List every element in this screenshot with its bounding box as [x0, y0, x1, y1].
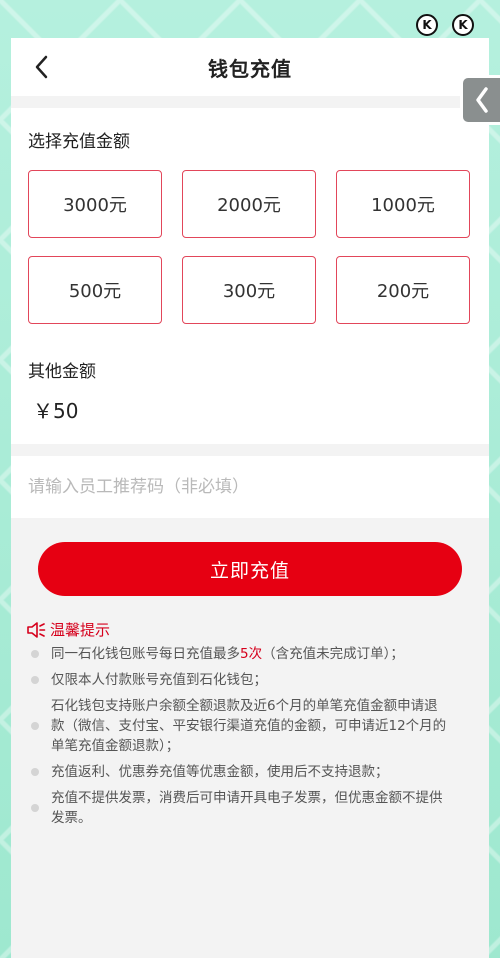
chevron-left-icon — [475, 87, 488, 113]
tip-item: 石化钱包支持账户余额全额退款及近6个月的单笔充值金额申请退款（微信、支付宝、平安… — [31, 696, 451, 756]
recharge-now-button[interactable]: 立即充值 — [38, 542, 462, 596]
tips-list: 同一石化钱包账号每日充值最多5次（含充值未完成订单）； 仅限本人付款账号充值到石… — [31, 644, 451, 834]
tips-header: 温馨提示 — [26, 619, 110, 640]
tip-item: 仅限本人付款账号充值到石化钱包； — [31, 670, 451, 690]
amount-option-200[interactable]: 200元 — [336, 256, 470, 324]
bullet-dot — [31, 650, 39, 658]
tip-item: 充值返利、优惠券充值等优惠金额，使用后不支持退款； — [31, 762, 451, 782]
app-screen: 钱包充值 选择充值金额 3000元 2000元 1000元 500元 300元 … — [11, 38, 489, 958]
select-amount-label: 选择充值金额 — [28, 132, 130, 152]
referral-code-input[interactable] — [28, 456, 468, 518]
other-amount-input[interactable]: ￥50 — [33, 395, 78, 424]
other-amount-label: 其他金额 — [28, 362, 96, 382]
tip-item: 充值不提供发票，消费后可申请开具电子发票，但优惠金额不提供发票。 — [31, 788, 451, 828]
amount-option-1000[interactable]: 1000元 — [336, 170, 470, 238]
speaker-icon — [27, 621, 46, 638]
nav-bar: 钱包充值 — [11, 38, 489, 96]
amount-option-300[interactable]: 300元 — [182, 256, 316, 324]
back-button[interactable] — [27, 52, 57, 82]
tip-item: 同一石化钱包账号每日充值最多5次（含充值未完成订单）； — [31, 644, 451, 664]
bullet-dot — [31, 804, 39, 812]
tip-highlight: 5次 — [240, 646, 263, 662]
status-icons: K K — [416, 14, 474, 36]
chevron-left-icon — [35, 55, 48, 79]
bullet-dot — [31, 722, 39, 730]
bullet-dot — [31, 676, 39, 684]
side-collapse-tab[interactable] — [460, 75, 500, 125]
recharge-amount-section: 选择充值金额 3000元 2000元 1000元 500元 300元 200元 … — [11, 108, 489, 444]
amount-option-3000[interactable]: 3000元 — [28, 170, 162, 238]
tips-title: 温馨提示 — [50, 621, 111, 639]
page-title: 钱包充值 — [208, 56, 292, 81]
bullet-dot — [31, 768, 39, 776]
amount-grid: 3000元 2000元 1000元 500元 300元 200元 — [28, 170, 472, 324]
k-badge-icon: K — [452, 14, 474, 36]
amount-option-2000[interactable]: 2000元 — [182, 170, 316, 238]
referral-section — [11, 456, 489, 518]
amount-option-500[interactable]: 500元 — [28, 256, 162, 324]
k-badge-icon: K — [416, 14, 438, 36]
